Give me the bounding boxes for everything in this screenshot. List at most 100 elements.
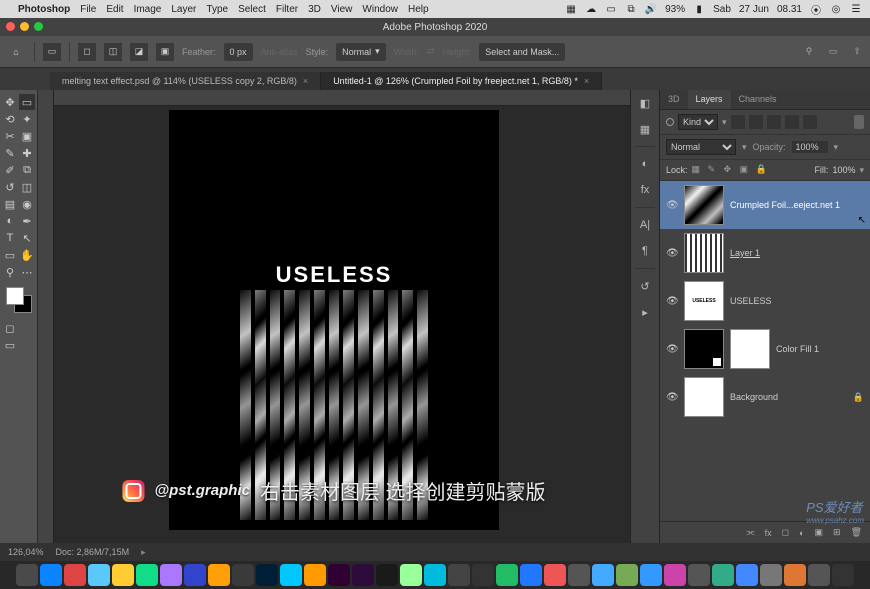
layer-mask-thumbnail[interactable] (730, 329, 770, 369)
menu-view[interactable]: View (331, 4, 353, 15)
dock-app-icon[interactable] (832, 564, 854, 586)
share-icon[interactable]: ⇧ (850, 45, 864, 59)
menu-edit[interactable]: Edit (106, 4, 123, 15)
type-tool-icon[interactable]: T (2, 230, 18, 246)
dock-app-icon[interactable] (232, 564, 254, 586)
dock-app-icon[interactable] (472, 564, 494, 586)
app-menu[interactable]: Photoshop (18, 4, 70, 15)
menu-image[interactable]: Image (134, 4, 162, 15)
new-layer-icon[interactable]: ⊞ (833, 527, 841, 538)
menu-file[interactable]: File (80, 4, 96, 15)
heal-tool-icon[interactable]: ✚ (19, 145, 35, 161)
layer-thumbnail[interactable] (684, 185, 724, 225)
document-tab[interactable]: melting text effect.psd @ 114% (USELESS … (50, 72, 321, 90)
dock-app-icon[interactable] (424, 564, 446, 586)
menu-3d[interactable]: 3D (308, 4, 321, 15)
history-panel-icon[interactable]: ↺ (636, 277, 654, 295)
selection-intersect-icon[interactable]: ▣ (156, 43, 174, 61)
stamp-tool-icon[interactable]: ⧉ (19, 162, 35, 178)
dock-app-icon[interactable] (112, 564, 134, 586)
layer-thumbnail[interactable] (684, 377, 724, 417)
lock-transparent-icon[interactable]: ▦ (692, 164, 704, 176)
battery-icon[interactable]: ▮ (693, 3, 705, 15)
visibility-icon[interactable]: 👁 (666, 248, 678, 259)
selection-add-icon[interactable]: ◫ (104, 43, 122, 61)
path-tool-icon[interactable]: ↖ (19, 230, 35, 246)
opacity-input[interactable]: 100% (792, 141, 828, 153)
dock-app-icon[interactable] (808, 564, 830, 586)
dock-app-icon[interactable] (88, 564, 110, 586)
document-tab[interactable]: Untitled-1 @ 126% (Crumpled Foil by free… (321, 72, 602, 90)
dock-app-icon[interactable] (352, 564, 374, 586)
dock-app-icon[interactable] (784, 564, 806, 586)
swatches-panel-icon[interactable]: ▦ (636, 120, 654, 138)
layer-fx-icon[interactable]: fx (765, 528, 772, 538)
marquee-tool-icon[interactable]: ▭ (43, 43, 61, 61)
styles-panel-icon[interactable]: fx (636, 181, 654, 199)
quickmask-icon[interactable]: ◻ (2, 320, 18, 336)
layer-thumbnail[interactable] (684, 233, 724, 273)
hand-tool-icon[interactable]: ✋ (19, 247, 35, 263)
layer-thumbnail[interactable]: USELESS (684, 281, 724, 321)
dock-app-icon[interactable] (160, 564, 182, 586)
volume-icon[interactable]: 🔊 (645, 3, 657, 15)
eyedropper-tool-icon[interactable]: ✎ (2, 145, 18, 161)
layer-row[interactable]: 👁 USELESS USELESS (660, 277, 870, 325)
notification-icon[interactable]: ☰ (850, 3, 862, 15)
workspace-icon[interactable]: ▭ (826, 45, 840, 59)
edit-toolbar-icon[interactable]: ⋯ (19, 264, 35, 280)
blend-mode-select[interactable]: Normal (666, 139, 736, 155)
menu-type[interactable]: Type (206, 4, 228, 15)
close-tab-icon[interactable]: × (303, 76, 308, 86)
search-icon[interactable] (666, 118, 674, 126)
spotlight-icon[interactable]: ⦿ (810, 3, 822, 15)
layer-name[interactable]: Color Fill 1 (776, 344, 819, 354)
visibility-icon[interactable]: 👁 (666, 296, 678, 307)
lock-artboard-icon[interactable]: ▣ (740, 164, 752, 176)
layer-row[interactable]: 👁 Color Fill 1 (660, 325, 870, 373)
panel-tab-3d[interactable]: 3D (660, 90, 688, 109)
dock-app-icon[interactable] (304, 564, 326, 586)
color-panel-icon[interactable]: ◧ (636, 94, 654, 112)
menu-layer[interactable]: Layer (171, 4, 196, 15)
dock-app-icon[interactable] (736, 564, 758, 586)
menubar-cc-icon[interactable]: ☁ (585, 3, 597, 15)
dock-app-icon[interactable] (328, 564, 350, 586)
dock-app-icon[interactable] (640, 564, 662, 586)
zoom-tool-icon[interactable]: ⚲ (2, 264, 18, 280)
dock-app-icon[interactable] (760, 564, 782, 586)
dock-app-icon[interactable] (544, 564, 566, 586)
frame-tool-icon[interactable]: ▣ (19, 128, 35, 144)
link-layers-icon[interactable]: ⫘ (746, 527, 754, 538)
actions-panel-icon[interactable]: ▸ (636, 303, 654, 321)
dock-app-icon[interactable] (280, 564, 302, 586)
visibility-icon[interactable]: 👁 (666, 200, 678, 211)
dock-app-icon[interactable] (376, 564, 398, 586)
color-swatch[interactable] (6, 287, 32, 313)
layer-row[interactable]: 👁 Layer 1 (660, 229, 870, 277)
visibility-icon[interactable]: 👁 (666, 392, 678, 403)
add-mask-icon[interactable]: ◻ (782, 527, 789, 538)
lasso-tool-icon[interactable]: ⟲ (2, 111, 18, 127)
filter-smart-icon[interactable] (803, 115, 817, 129)
move-tool-icon[interactable]: ✥ (2, 94, 18, 110)
dock-app-icon[interactable] (664, 564, 686, 586)
new-group-icon[interactable]: ▣ (815, 527, 824, 538)
dock-app-icon[interactable] (136, 564, 158, 586)
dock-app-icon[interactable] (40, 564, 62, 586)
panel-tab-layers[interactable]: Layers (688, 90, 731, 109)
feather-input[interactable]: 0 px (224, 43, 253, 61)
layer-name[interactable]: Layer 1 (730, 248, 760, 258)
close-window[interactable] (6, 22, 15, 31)
panel-tab-channels[interactable]: Channels (731, 90, 785, 109)
adjustments-panel-icon[interactable]: ◐ (636, 155, 654, 173)
menu-help[interactable]: Help (408, 4, 429, 15)
screenmode-icon[interactable]: ▭ (2, 337, 18, 353)
filter-shape-icon[interactable] (785, 115, 799, 129)
pen-tool-icon[interactable]: ✒ (19, 213, 35, 229)
home-icon[interactable]: ⌂ (6, 42, 26, 62)
history-brush-tool-icon[interactable]: ↺ (2, 179, 18, 195)
lock-position-icon[interactable]: ✥ (724, 164, 736, 176)
filter-toggle[interactable] (854, 115, 864, 129)
selection-subtract-icon[interactable]: ◪ (130, 43, 148, 61)
